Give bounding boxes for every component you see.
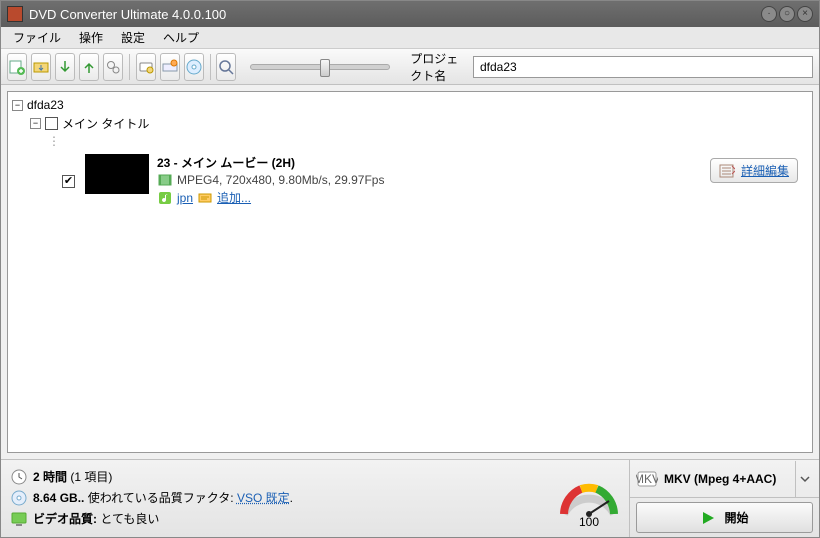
quality-factor-link[interactable]: VSO 既定 [237, 491, 290, 505]
project-name-label: プロジェクト名 [404, 50, 469, 84]
item-title: 23 - メイン ムービー (2H) [157, 154, 384, 171]
detail-edit-label: 詳細編集 [741, 162, 789, 179]
app-icon [7, 6, 23, 22]
clock-icon [11, 469, 27, 485]
burn-icon [161, 58, 179, 76]
gauge: 100 [549, 460, 629, 537]
minimize-button[interactable]: · [761, 6, 777, 22]
tree-main-title-row[interactable]: − メイン タイトル [12, 114, 808, 132]
main-title-checkbox[interactable] [45, 117, 58, 130]
window-buttons: · ○ × [761, 6, 813, 22]
detail-edit-icon [719, 163, 735, 179]
subtitle-icon [197, 190, 213, 206]
toolbar-separator [129, 54, 130, 80]
menubar: ファイル 操作 設定 ヘルプ [1, 27, 819, 49]
tree-connector: ⋮ [12, 132, 808, 150]
size-line: 8.64 GB.. 使われている品質ファクタ: VSO 既定. [11, 489, 539, 506]
device-icon [137, 58, 155, 76]
tree-root-label: dfda23 [27, 98, 64, 112]
maximize-button[interactable]: ○ [779, 6, 795, 22]
app-window: DVD Converter Ultimate 4.0.0.100 · ○ × フ… [0, 0, 820, 538]
svg-text:MKV: MKV [636, 472, 658, 486]
output-format-selector[interactable]: MKV MKV (Mpeg 4+AAC) [630, 460, 819, 498]
preview-button[interactable] [216, 53, 236, 81]
start-button[interactable]: 開始 [636, 502, 813, 533]
toolbar-separator-2 [210, 54, 211, 80]
footer: 2 時間 (1 項目) 8.64 GB.. 使われている品質ファクタ: VSO … [1, 459, 819, 537]
disc-icon [185, 58, 203, 76]
tree-main-title-label: メイン タイトル [62, 115, 149, 132]
audio-lang-link[interactable]: jpn [177, 191, 193, 205]
chevron-down-icon [800, 474, 810, 484]
menu-help[interactable]: ヘルプ [155, 27, 207, 48]
film-icon [157, 172, 173, 188]
monitor-icon [11, 511, 27, 527]
toolbar: プロジェクト名 [1, 49, 819, 85]
close-button[interactable]: × [797, 6, 813, 22]
item-format-text: MPEG4, 720x480, 9.80Mb/s, 29.97Fps [177, 173, 384, 187]
folder-down-button[interactable] [31, 53, 51, 81]
disc-small-icon [11, 490, 27, 506]
mkv-icon: MKV [636, 468, 658, 490]
quality-slider[interactable] [250, 64, 390, 70]
output-format-label: MKV (Mpeg 4+AAC) [664, 472, 789, 486]
quality-line: ビデオ品質: とても良い [11, 510, 539, 527]
detail-edit-button[interactable]: 詳細編集 [710, 158, 798, 183]
video-thumbnail[interactable] [85, 154, 149, 194]
titlebar: DVD Converter Ultimate 4.0.0.100 · ○ × [1, 1, 819, 27]
add-file-button[interactable] [7, 53, 27, 81]
magnifier-icon [217, 58, 235, 76]
footer-info: 2 時間 (1 項目) 8.64 GB.. 使われている品質ファクタ: VSO … [1, 460, 549, 537]
play-icon [700, 510, 716, 526]
item-checkbox-wrap: ✔ [62, 173, 75, 188]
duration-value: 2 時間 [33, 470, 67, 484]
quality-label: ビデオ品質: [33, 512, 100, 526]
audio-icon [157, 190, 173, 206]
menu-file[interactable]: ファイル [5, 27, 69, 48]
slider-knob[interactable] [320, 59, 330, 77]
collapse-icon[interactable]: − [30, 118, 41, 129]
item-format-line: MPEG4, 720x480, 9.80Mb/s, 29.97Fps [157, 172, 384, 188]
disc-button[interactable] [184, 53, 204, 81]
video-item: ✔ 23 - メイン ムービー (2H) MPEG4, 720x480, 9.8… [62, 154, 808, 206]
gauge-value: 100 [579, 515, 599, 529]
menu-settings[interactable]: 設定 [113, 27, 153, 48]
arrow-down-button[interactable] [55, 53, 75, 81]
duration-count: (1 項目) [67, 470, 112, 484]
arrow-down-icon [56, 58, 74, 76]
gauge-icon: 100 [554, 469, 624, 529]
project-name-input[interactable] [473, 56, 813, 78]
size-value: 8.64 GB.. [33, 491, 84, 505]
collapse-icon[interactable]: − [12, 100, 23, 111]
add-file-icon [8, 58, 26, 76]
add-subtitle-link[interactable]: 追加... [217, 189, 251, 206]
item-checkbox[interactable]: ✔ [62, 175, 75, 188]
tree-dots: ⋮ [48, 134, 61, 148]
arrow-up-icon [80, 58, 98, 76]
output-format-dropdown[interactable] [795, 461, 813, 497]
burn-button[interactable] [160, 53, 180, 81]
quality-value: とても良い [100, 512, 159, 526]
item-audio-line: jpn 追加... [157, 189, 384, 206]
arrow-up-button[interactable] [79, 53, 99, 81]
tree-root-row[interactable]: − dfda23 [12, 96, 808, 114]
settings-gears-button[interactable] [103, 53, 123, 81]
start-label: 開始 [724, 509, 748, 526]
size-period: . [290, 491, 293, 505]
gears-icon [104, 58, 122, 76]
item-text: 23 - メイン ムービー (2H) MPEG4, 720x480, 9.80M… [157, 154, 384, 206]
content-area: − dfda23 − メイン タイトル ⋮ ✔ 23 - メイン ムービー (2… [7, 91, 813, 453]
footer-actions: MKV MKV (Mpeg 4+AAC) 開始 [629, 460, 819, 537]
size-text: 使われている品質ファクタ: [84, 491, 237, 505]
menu-action[interactable]: 操作 [71, 27, 111, 48]
device-button[interactable] [136, 53, 156, 81]
folder-down-icon [32, 58, 50, 76]
window-title: DVD Converter Ultimate 4.0.0.100 [29, 7, 761, 22]
duration-line: 2 時間 (1 項目) [11, 468, 539, 485]
